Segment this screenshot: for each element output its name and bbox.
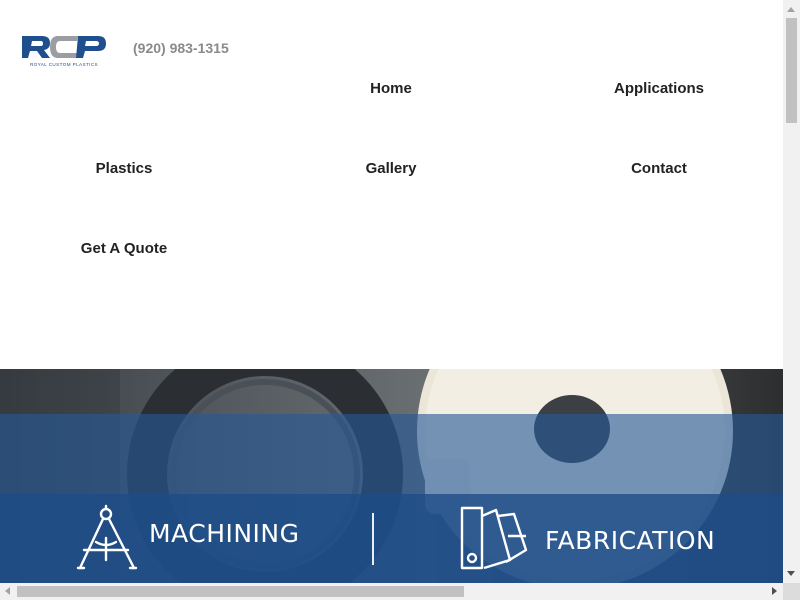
scrollbar-corner bbox=[783, 583, 800, 600]
page: ROYAL CUSTOM PLASTICS (920) 983-1315 Hom… bbox=[0, 0, 783, 583]
hero-overlay-light bbox=[0, 414, 783, 494]
nav-contact[interactable]: Contact bbox=[631, 160, 687, 177]
service-label: FABRICATION bbox=[545, 525, 716, 555]
nav-gallery[interactable]: Gallery bbox=[366, 160, 417, 177]
vertical-scrollbar[interactable] bbox=[783, 0, 800, 583]
scroll-up-icon[interactable] bbox=[787, 7, 795, 12]
scroll-left-icon[interactable] bbox=[5, 587, 10, 595]
nav-plastics[interactable]: Plastics bbox=[96, 160, 153, 177]
nav-applications[interactable]: Applications bbox=[614, 80, 704, 97]
nav-home[interactable]: Home bbox=[370, 80, 412, 97]
drafting-compass-icon bbox=[76, 504, 138, 570]
nav-get-a-quote[interactable]: Get A Quote bbox=[81, 240, 167, 257]
service-fabrication[interactable]: FABRICATION bbox=[460, 506, 715, 570]
rcp-logo-icon: ROYAL CUSTOM PLASTICS bbox=[22, 36, 106, 67]
hero-banner: MACHINING FABRICATION bbox=[0, 369, 783, 583]
service-machining[interactable]: MACHINING bbox=[76, 504, 300, 574]
logo-subtitle: ROYAL CUSTOM PLASTICS bbox=[30, 62, 98, 67]
scroll-right-icon[interactable] bbox=[772, 587, 777, 595]
phone-number[interactable]: (920) 983-1315 bbox=[133, 40, 229, 56]
vertical-scroll-thumb[interactable] bbox=[786, 18, 797, 123]
scroll-down-icon[interactable] bbox=[787, 571, 795, 576]
color-swatch-icon bbox=[460, 506, 528, 570]
service-divider bbox=[372, 513, 374, 565]
horizontal-scrollbar[interactable] bbox=[0, 583, 783, 600]
service-label: MACHINING bbox=[149, 518, 300, 548]
site-logo[interactable]: ROYAL CUSTOM PLASTICS bbox=[20, 32, 108, 68]
horizontal-scroll-thumb[interactable] bbox=[17, 586, 464, 597]
